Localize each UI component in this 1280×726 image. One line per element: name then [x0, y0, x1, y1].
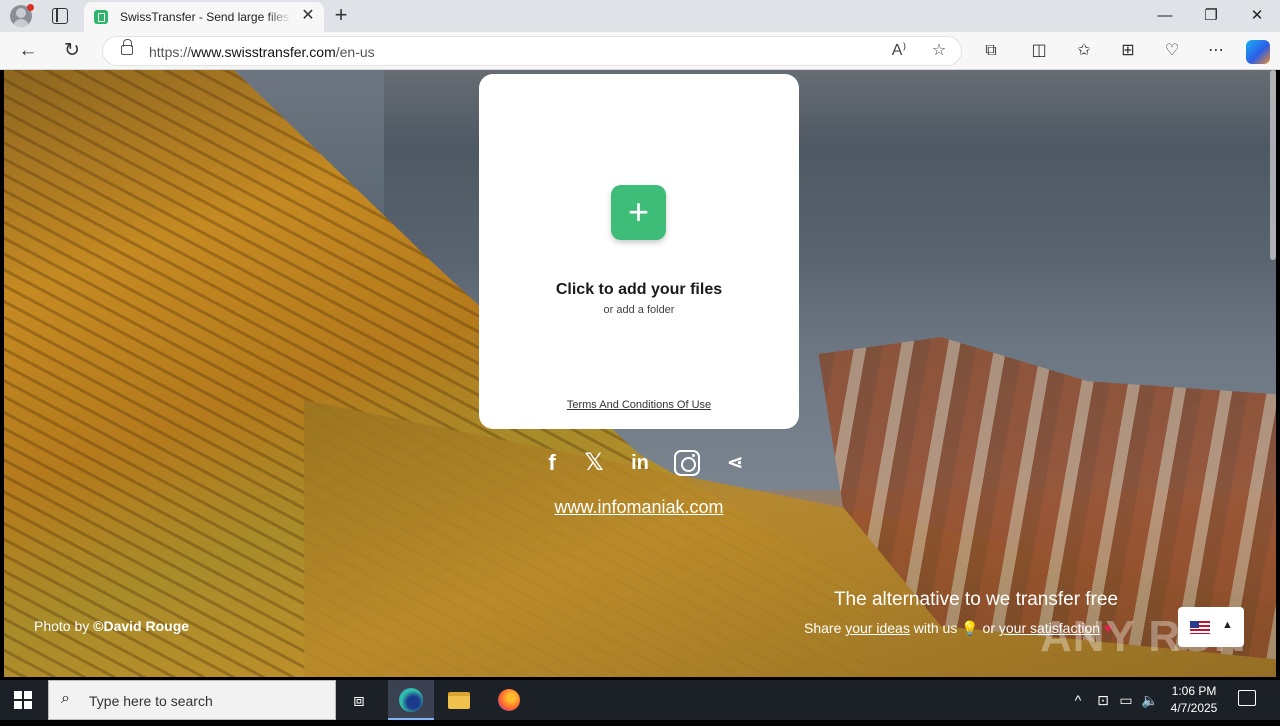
minimize-button[interactable]: —	[1150, 4, 1180, 28]
copilot-icon[interactable]	[1246, 40, 1270, 64]
maximize-button[interactable]: ❐	[1196, 4, 1226, 28]
read-aloud-icon[interactable]: A⁾	[889, 41, 909, 61]
volume-icon[interactable]: 🔈	[1140, 680, 1160, 720]
windows-taskbar: ⌕ Type here to search ⧈ ^ ⊡ ▭ 🔈 1:06 PM …	[0, 680, 1280, 720]
browser-essentials-icon[interactable]: ♡	[1160, 39, 1184, 63]
extensions-icon[interactable]: ⧉	[979, 39, 1003, 63]
tab-close-icon[interactable]: ✕	[300, 8, 316, 24]
page-background-photo: + Click to add your files or add a folde…	[4, 70, 1276, 677]
clock-time: 1:06 PM	[1171, 684, 1217, 698]
more-icon[interactable]: ⋯	[1204, 39, 1228, 63]
facebook-icon[interactable]: f	[544, 450, 560, 476]
add-files-button[interactable]: +	[611, 185, 666, 240]
page-scrollbar[interactable]	[1270, 70, 1276, 260]
notifications-icon[interactable]	[1238, 690, 1256, 706]
address-bar[interactable]: https://www.swisstransfer.com/en-us A⁾ ☆	[102, 36, 962, 66]
caret-up-icon: ▲	[1222, 619, 1233, 631]
share-ideas-link[interactable]: your ideas	[845, 620, 910, 636]
favorites-icon[interactable]: ✩	[1072, 39, 1096, 63]
close-window-button[interactable]: ✕	[1242, 4, 1272, 28]
instagram-icon[interactable]	[674, 450, 700, 476]
browser-toolbar: ← ↻ https://www.swisstransfer.com/en-us …	[0, 32, 1280, 70]
file-explorer-icon[interactable]	[436, 680, 482, 720]
add-files-title[interactable]: Click to add your files	[479, 281, 799, 299]
tab-actions-icon[interactable]	[52, 8, 68, 24]
windows-start-icon[interactable]	[14, 691, 32, 709]
url-text[interactable]: https://www.swisstransfer.com/en-us	[149, 44, 375, 60]
browser-tab-strip: SwissTransfer - Send large files se ✕ + …	[0, 0, 1280, 32]
us-flag-icon	[1190, 621, 1210, 634]
upload-card[interactable]: + Click to add your files or add a folde…	[479, 74, 799, 429]
linkedin-icon[interactable]: in	[628, 450, 652, 476]
collections-icon[interactable]: ⊞	[1116, 39, 1140, 63]
search-icon: ⌕	[61, 690, 70, 707]
search-placeholder: Type here to search	[89, 693, 213, 709]
favorite-star-icon[interactable]: ☆	[929, 41, 949, 61]
new-tab-button[interactable]: +	[330, 4, 352, 26]
photo-credit-author[interactable]: ©David Rouge	[93, 618, 189, 634]
tray-chevron-icon[interactable]: ^	[1068, 680, 1088, 720]
network-icon[interactable]: ▭	[1116, 680, 1136, 720]
share-icon[interactable]: ⋖	[724, 450, 746, 476]
taskbar-search-box[interactable]: ⌕ Type here to search	[48, 680, 336, 720]
add-folder-link[interactable]: or add a folder	[479, 304, 799, 316]
task-view-icon[interactable]: ⧈	[336, 680, 382, 720]
infomaniak-link[interactable]: www.infomaniak.com	[544, 497, 734, 518]
back-icon[interactable]: ←	[16, 39, 40, 63]
lightbulb-icon: 💡	[961, 620, 979, 636]
taskbar-clock[interactable]: 1:06 PM 4/7/2025	[1160, 683, 1228, 717]
clock-date: 4/7/2025	[1170, 701, 1218, 715]
language-selector[interactable]: ▲	[1178, 607, 1244, 647]
tab-title: SwissTransfer - Send large files se	[120, 10, 292, 24]
firefox-icon[interactable]	[486, 680, 532, 720]
x-icon[interactable]: 𝕏	[582, 450, 606, 476]
edge-taskbar-icon[interactable]	[388, 680, 434, 720]
photo-credit: Photo by ©David Rouge	[34, 618, 190, 634]
terms-link[interactable]: Terms And Conditions Of Use	[479, 399, 799, 411]
split-screen-icon[interactable]: ◫	[1027, 39, 1051, 63]
device-icon[interactable]: ⊡	[1094, 680, 1112, 720]
profile-notification-badge	[27, 4, 34, 11]
refresh-icon[interactable]: ↻	[60, 39, 84, 63]
lock-icon[interactable]	[121, 39, 133, 55]
swisstransfer-favicon-icon	[94, 10, 108, 24]
browser-tab-active[interactable]: SwissTransfer - Send large files se ✕	[84, 2, 324, 32]
tagline: The alternative to we transfer free	[833, 589, 1119, 610]
